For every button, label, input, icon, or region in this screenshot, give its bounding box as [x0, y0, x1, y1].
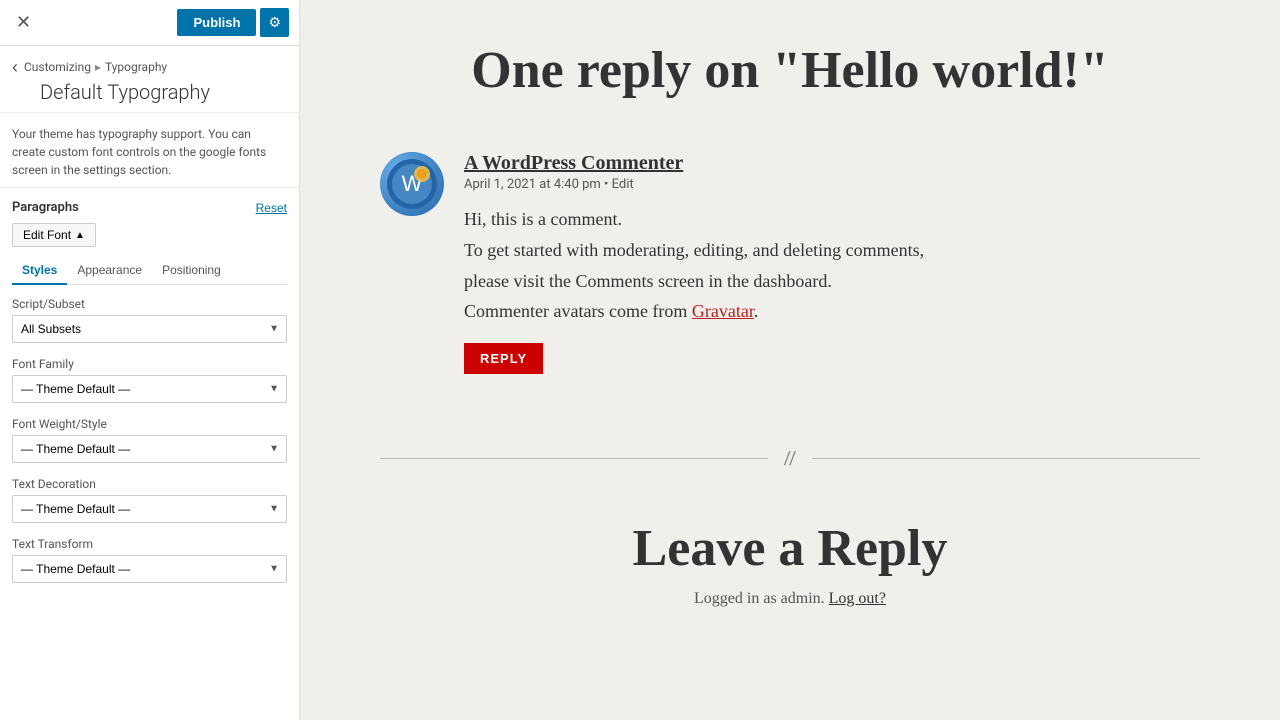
- text-transform-wrapper: — Theme Default — None Uppercase Lowerca…: [12, 555, 287, 583]
- info-text: Your theme has typography support. You c…: [0, 113, 299, 188]
- top-bar: ✕ Publish ⚙: [0, 0, 299, 46]
- font-family-label: Font Family: [12, 357, 287, 371]
- script-subset-wrapper: All Subsets Latin Latin Extended Cyrilli…: [12, 315, 287, 343]
- font-weight-field: Font Weight/Style — Theme Default — Norm…: [12, 417, 287, 463]
- comment-avatar: W: [380, 152, 444, 216]
- divider-left: [380, 458, 768, 459]
- preview-panel: One reply on "Hello world!" W: [300, 0, 1280, 720]
- publish-button[interactable]: Publish: [177, 9, 256, 36]
- breadcrumb: ‹ Customizing ▸ Typography: [12, 58, 287, 76]
- publish-area: Publish ⚙: [177, 8, 289, 37]
- script-subset-select[interactable]: All Subsets Latin Latin Extended Cyrilli…: [12, 315, 287, 343]
- gravatar-link[interactable]: Gravatar: [692, 301, 754, 321]
- text-decoration-label: Text Decoration: [12, 477, 287, 491]
- font-weight-label: Font Weight/Style: [12, 417, 287, 431]
- text-decoration-wrapper: — Theme Default — None Underline Line-th…: [12, 495, 287, 523]
- edit-font-label: Edit Font: [23, 228, 71, 242]
- comment-line4: Commenter avatars come from: [464, 301, 687, 321]
- leave-reply-title: Leave a Reply: [380, 519, 1200, 578]
- breadcrumb-part2: Typography: [105, 60, 167, 74]
- back-button[interactable]: ‹: [12, 58, 18, 76]
- font-weight-select[interactable]: — Theme Default — Normal Bold Italic: [12, 435, 287, 463]
- text-transform-select[interactable]: — Theme Default — None Uppercase Lowerca…: [12, 555, 287, 583]
- logged-in-text: Logged in as admin.: [694, 590, 825, 607]
- avatar-image: W: [380, 152, 444, 216]
- comment-meta: April 1, 2021 at 4:40 pm • Edit: [464, 177, 1200, 192]
- comment-line2: To get started with moderating, editing,…: [464, 240, 924, 260]
- breadcrumb-part1: Customizing: [24, 60, 91, 74]
- page-section-title: One reply on "Hello world!": [380, 20, 1200, 132]
- font-family-wrapper: — Theme Default — Arial Georgia Verdana: [12, 375, 287, 403]
- settings-button[interactable]: ⚙: [260, 8, 289, 37]
- divider-right: [812, 458, 1200, 459]
- panel-title: Default Typography: [40, 80, 287, 104]
- font-weight-wrapper: — Theme Default — Normal Bold Italic: [12, 435, 287, 463]
- text-decoration-select[interactable]: — Theme Default — None Underline Line-th…: [12, 495, 287, 523]
- section-header: Paragraphs Reset: [12, 200, 287, 215]
- comment-end: .: [754, 301, 759, 321]
- divider: //: [380, 448, 1200, 469]
- edit-font-button[interactable]: Edit Font ▲: [12, 223, 96, 247]
- font-family-field: Font Family — Theme Default — Arial Geor…: [12, 357, 287, 403]
- tab-appearance[interactable]: Appearance: [67, 257, 152, 285]
- style-tabs: Styles Appearance Positioning: [12, 257, 287, 285]
- comment-line1: Hi, this is a comment.: [464, 209, 622, 229]
- comment-author: A WordPress Commenter: [464, 152, 1200, 175]
- comment-item: W A WordPress Commenter April 1, 2021 at…: [380, 152, 1200, 373]
- breadcrumb-arrow-icon: ▸: [95, 60, 101, 74]
- paragraphs-section: Paragraphs Reset Edit Font ▲ Styles Appe…: [0, 188, 299, 605]
- customizer-panel: ✕ Publish ⚙ ‹ Customizing ▸ Typography D…: [0, 0, 300, 720]
- text-transform-field: Text Transform — Theme Default — None Up…: [12, 537, 287, 583]
- arrow-up-icon: ▲: [75, 230, 85, 241]
- paragraphs-title: Paragraphs: [12, 200, 79, 215]
- close-button[interactable]: ✕: [10, 10, 37, 35]
- comment-line3: please visit the Comments screen in the …: [464, 271, 832, 291]
- tab-styles[interactable]: Styles: [12, 257, 67, 285]
- leave-reply-sub: Logged in as admin. Log out?: [380, 590, 1200, 608]
- text-decoration-field: Text Decoration — Theme Default — None U…: [12, 477, 287, 523]
- comment-text: Hi, this is a comment. To get started wi…: [464, 204, 1200, 326]
- wp-content: One reply on "Hello world!" W: [340, 0, 1240, 648]
- font-family-select[interactable]: — Theme Default — Arial Georgia Verdana: [12, 375, 287, 403]
- text-transform-label: Text Transform: [12, 537, 287, 551]
- comment-section: W A WordPress Commenter April 1, 2021 at…: [380, 132, 1200, 417]
- logout-link[interactable]: Log out?: [829, 590, 886, 607]
- comment-date: April 1, 2021 at 4:40 pm • Edit: [464, 177, 634, 192]
- script-subset-field: Script/Subset All Subsets Latin Latin Ex…: [12, 297, 287, 343]
- tab-positioning[interactable]: Positioning: [152, 257, 231, 285]
- panel-header: ‹ Customizing ▸ Typography Default Typog…: [0, 46, 299, 113]
- comment-body: A WordPress Commenter April 1, 2021 at 4…: [464, 152, 1200, 373]
- script-subset-label: Script/Subset: [12, 297, 287, 311]
- reset-button[interactable]: Reset: [256, 201, 287, 215]
- leave-reply-section: Leave a Reply Logged in as admin. Log ou…: [380, 499, 1200, 628]
- divider-symbol: //: [784, 448, 797, 469]
- reply-button[interactable]: REPLY: [464, 343, 543, 374]
